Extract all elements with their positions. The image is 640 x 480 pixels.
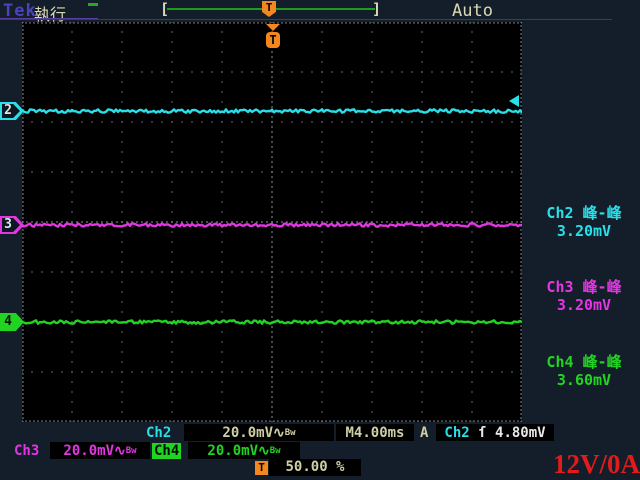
ch3-label: Ch3 bbox=[14, 442, 39, 460]
measurement-ch2-value: 3.20mV bbox=[528, 222, 640, 240]
ch4-scale-value: 20.0mV bbox=[207, 443, 258, 459]
trigger-source-label: Ch2 bbox=[444, 425, 469, 441]
waveform-display: T bbox=[22, 22, 522, 422]
measurement-ch3-value: 3.20mV bbox=[528, 296, 640, 314]
supply-overlay-label: 12V/0A bbox=[546, 451, 640, 478]
ch2-label: Ch2 bbox=[146, 424, 171, 442]
measurement-ch4-pkpk: Ch4 峰-峰 3.60mV bbox=[528, 353, 640, 389]
trigger-position-t-icon: T bbox=[255, 461, 268, 475]
oscilloscope-screen: { "header": { "brand": "Tek", "run_statu… bbox=[0, 0, 640, 480]
channel-4-marker-label: 4 bbox=[0, 313, 16, 331]
trigger-prefix: A bbox=[420, 424, 428, 442]
channel-2-marker: 2 bbox=[0, 102, 24, 120]
trigger-level-value: 4.80mV bbox=[495, 425, 546, 441]
acquisition-indicator bbox=[88, 3, 98, 6]
ch4-bandwidth-icon: Bw bbox=[270, 446, 281, 456]
ch3-scale-readout: 20.0mV∿Bw bbox=[50, 442, 150, 459]
trigger-position-flag-icon: T bbox=[262, 1, 276, 17]
measurement-ch4-title: Ch4 峰-峰 bbox=[528, 353, 640, 371]
channel-3-marker-label: 3 bbox=[0, 216, 16, 234]
ch2-bandwidth-icon: Bw bbox=[285, 428, 296, 438]
channel-3-marker: 3 bbox=[0, 216, 24, 234]
ch4-label-chip: Ch4 bbox=[152, 443, 181, 459]
ch2-coupling-icon: ∿ bbox=[273, 425, 285, 441]
trigger-position-marker: T bbox=[265, 24, 281, 50]
channel-4-marker: 4 bbox=[0, 313, 24, 331]
ch4-scale-readout: 20.0mV∿Bw bbox=[188, 442, 300, 459]
ch2-scale-readout: 20.0mV∿Bw bbox=[184, 424, 334, 441]
measurement-ch3-title: Ch3 峰-峰 bbox=[528, 278, 640, 296]
trigger-readout: Ch2 ſ 4.80mV bbox=[436, 424, 554, 441]
channel-2-marker-label: 2 bbox=[0, 102, 16, 120]
timebase-readout: M4.00ms bbox=[336, 424, 414, 441]
measurement-ch4-value: 3.60mV bbox=[528, 371, 640, 389]
acq-bracket-right: ] bbox=[372, 0, 381, 18]
measurement-ch2-pkpk: Ch2 峰-峰 3.20mV bbox=[528, 204, 640, 240]
trigger-mode-label: Auto bbox=[452, 1, 493, 21]
ch3-scale-value: 20.0mV bbox=[63, 443, 114, 459]
readout-row-1: Ch2 20.0mV∿Bw M4.00ms A Ch2 ſ 4.80mV bbox=[0, 424, 640, 442]
trigger-level-arrow-icon bbox=[509, 95, 519, 107]
trigger-arrow-down-icon bbox=[266, 24, 280, 31]
readout-row-2: Ch3 20.0mV∿Bw Ch4 20.0mV∿Bw bbox=[0, 442, 640, 460]
ch4-coupling-icon: ∿ bbox=[258, 443, 270, 459]
ch3-coupling-icon: ∿ bbox=[114, 443, 126, 459]
trigger-t-badge: T bbox=[266, 32, 280, 48]
grid-and-traces bbox=[22, 22, 522, 422]
topbar-separator bbox=[0, 19, 612, 20]
measurement-ch3-pkpk: Ch3 峰-峰 3.20mV bbox=[528, 278, 640, 314]
ch2-scale-value: 20.0mV bbox=[222, 425, 273, 441]
rising-edge-icon: ſ bbox=[478, 425, 486, 441]
measurement-ch2-title: Ch2 峰-峰 bbox=[528, 204, 640, 222]
ch3-bandwidth-icon: Bw bbox=[126, 446, 137, 456]
trigger-position-readout: 50.00 % bbox=[269, 459, 361, 476]
